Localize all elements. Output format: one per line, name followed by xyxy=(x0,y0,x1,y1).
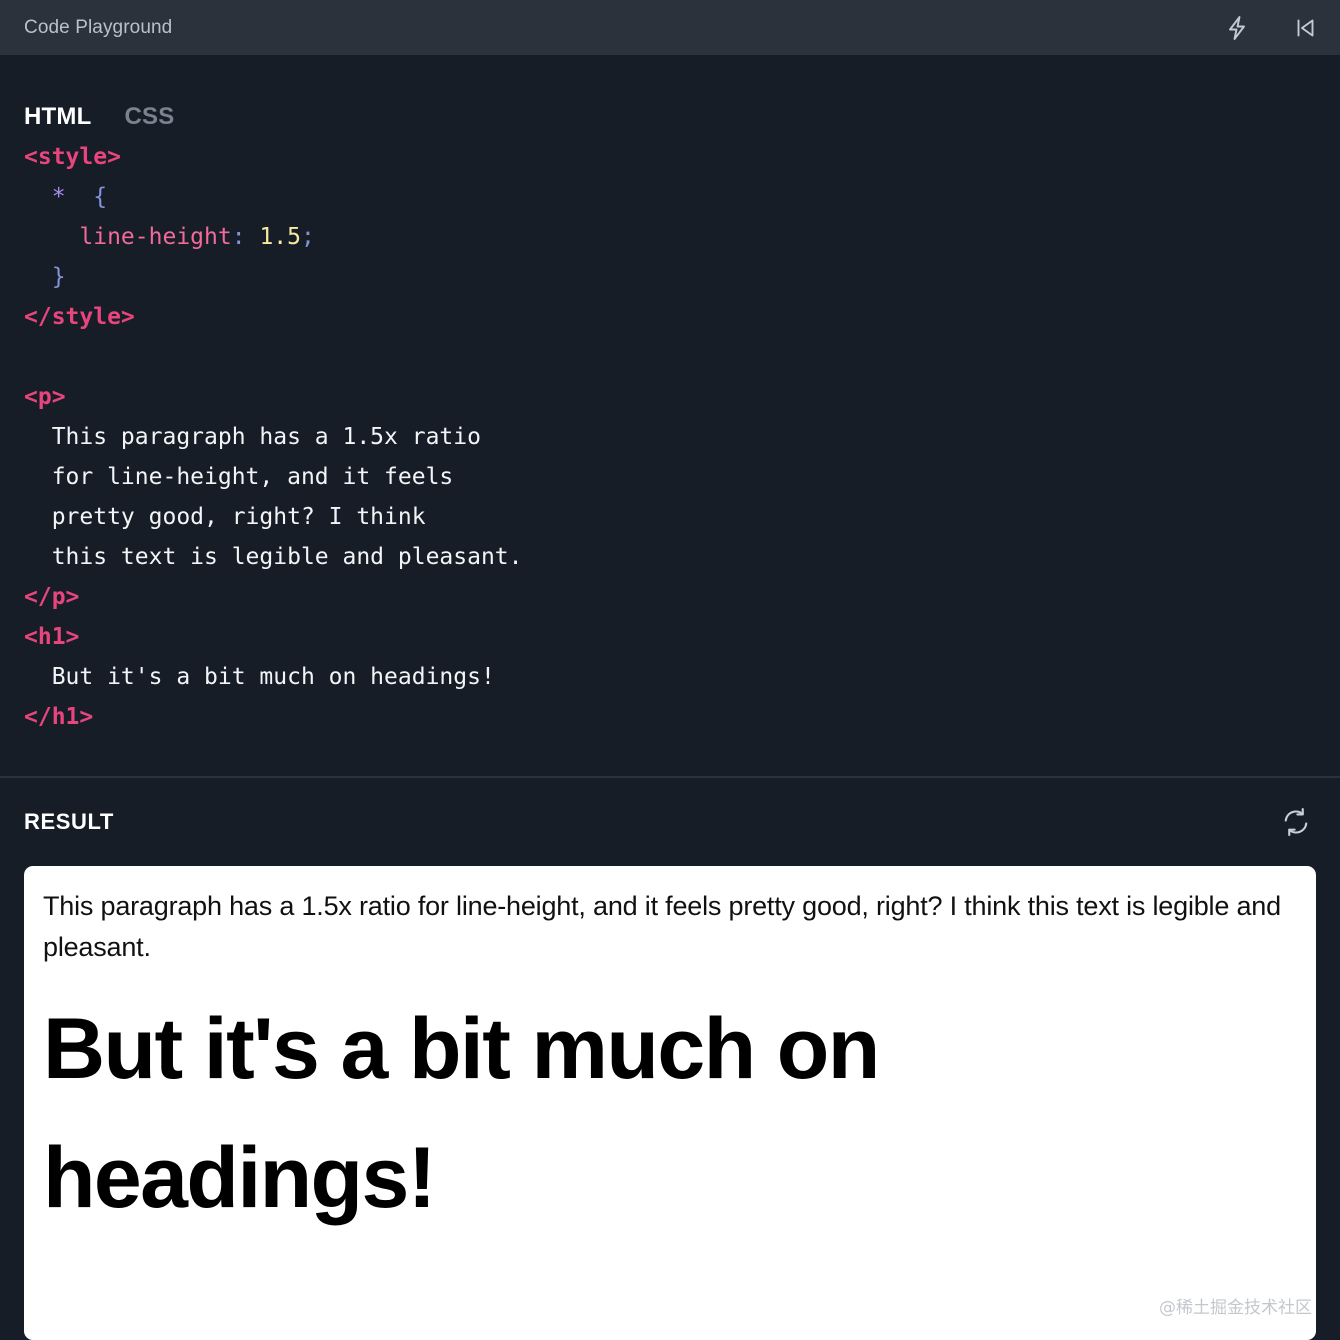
code-token-tag: </p> xyxy=(24,584,80,610)
code-token-txt: This paragraph has a 1.5x ratio xyxy=(24,424,481,450)
skip-back-icon[interactable] xyxy=(1292,15,1318,41)
code-token-num: 1.5 xyxy=(259,224,301,250)
code-token-tag: </h1> xyxy=(24,704,94,730)
code-line: pretty good, right? I think xyxy=(24,497,1316,537)
code-line: <h1> xyxy=(24,617,1316,657)
code-editor[interactable]: <style> * { line-height: 1.5; } </style> … xyxy=(24,131,1316,737)
preview-heading: But it's a bit much on headings! xyxy=(43,1001,880,1226)
tab-css[interactable]: CSS xyxy=(124,105,174,131)
title-bar-actions xyxy=(1224,15,1318,41)
code-token-punct: : xyxy=(231,224,246,250)
code-token-txt: But it's a bit much on headings! xyxy=(24,664,495,690)
code-token-brace: { xyxy=(93,184,108,210)
code-line: But it's a bit much on headings! xyxy=(24,657,1316,697)
result-preview-card: This paragraph has a 1.5x ratio for line… xyxy=(24,866,1316,1340)
code-token-txt: this text is legible and pleasant. xyxy=(24,544,523,570)
code-token-txt: for line-height, and it feels xyxy=(24,464,454,490)
code-line: </style> xyxy=(24,297,1316,337)
result-pane: RESULT This paragraph has a 1.5x ratio f… xyxy=(0,778,1340,1340)
code-line: </p> xyxy=(24,577,1316,617)
editor-pane: HTML CSS <style> * { line-height: 1.5; }… xyxy=(0,55,1340,776)
result-header: RESULT xyxy=(24,778,1316,866)
result-title: RESULT xyxy=(24,809,114,834)
code-token-txt: pretty good, right? I think xyxy=(24,504,426,530)
preview-paragraph: This paragraph has a 1.5x ratio for line… xyxy=(43,891,1281,962)
code-line: this text is legible and pleasant. xyxy=(24,537,1316,577)
lightning-icon[interactable] xyxy=(1224,15,1250,41)
code-token-sel: * xyxy=(51,184,66,210)
refresh-icon[interactable] xyxy=(1280,806,1312,838)
editor-tabs: HTML CSS xyxy=(24,55,1316,131)
tab-html[interactable]: HTML xyxy=(24,105,91,131)
code-line: This paragraph has a 1.5x ratio xyxy=(24,417,1316,457)
code-line: } xyxy=(24,257,1316,297)
code-line: * { xyxy=(24,177,1316,217)
code-line: <p> xyxy=(24,377,1316,417)
code-token-tag: <h1> xyxy=(24,624,80,650)
code-token-brace: } xyxy=(51,264,66,290)
code-token-tag: <p> xyxy=(24,384,66,410)
code-playground-window: Code Playground HTML CSS <style> * { lin… xyxy=(0,0,1340,1340)
code-token-tag: </style> xyxy=(24,304,135,330)
app-title: Code Playground xyxy=(24,16,173,38)
code-line: for line-height, and it feels xyxy=(24,457,1316,497)
code-token-prop: line-height xyxy=(79,224,232,250)
code-line: <style> xyxy=(24,137,1316,177)
code-token-tag: <style> xyxy=(24,144,121,170)
title-bar: Code Playground xyxy=(0,0,1340,55)
code-line: </h1> xyxy=(24,697,1316,737)
code-token-punct: ; xyxy=(300,224,315,250)
code-line: line-height: 1.5; xyxy=(24,217,1316,257)
